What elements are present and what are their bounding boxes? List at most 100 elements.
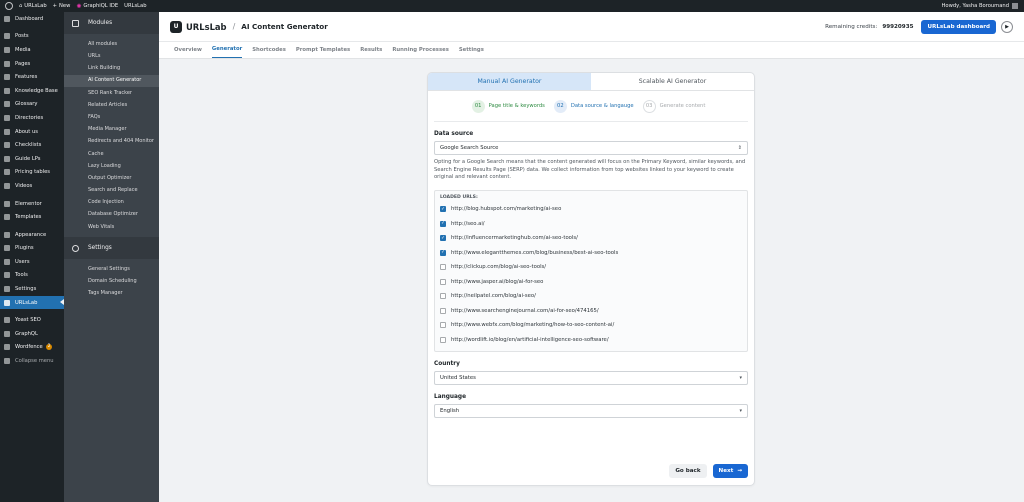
tab-scalable-ai-generator[interactable]: Scalable AI Generator (591, 73, 754, 91)
admin-menu-item[interactable]: Yoast SEO (0, 313, 64, 327)
tab-settings[interactable]: Settings (459, 47, 484, 58)
admin-menu-item[interactable]: Elementor (0, 197, 64, 211)
step-page-title[interactable]: 01 Page title & keywords (471, 99, 545, 113)
module-link[interactable]: Code Injection (64, 196, 159, 208)
admin-menu-item[interactable]: Templates (0, 210, 64, 224)
wordpress-logo-icon[interactable] (5, 2, 13, 10)
admin-menu-item[interactable]: Users (0, 255, 64, 269)
url-checkbox[interactable] (440, 322, 446, 329)
admin-menu-item[interactable]: Wordfence 2 (0, 341, 64, 355)
arrow-right-icon: → (737, 468, 742, 474)
module-link[interactable]: Search and Replace (64, 184, 159, 196)
admin-menu-item[interactable]: Checklists (0, 138, 64, 152)
admin-bar: ⌂ URLsLab + New ✺ GraphiQL IDE URLsLab H… (0, 0, 1024, 12)
data-source-value: Google Search Source (440, 145, 499, 151)
urlslab-dashboard-button[interactable]: URLsLab dashboard (921, 19, 996, 34)
admin-menu-item[interactable]: Guide LPs (0, 152, 64, 166)
tab-generator[interactable]: Generator (211, 46, 243, 58)
url-row[interactable]: ✓ http://influencermarketinghub.com/ai-se… (440, 231, 742, 246)
site-name-link[interactable]: ⌂ URLsLab (19, 3, 47, 9)
step-number: 01 (471, 99, 485, 113)
admin-menu-item[interactable]: Directories (0, 111, 64, 125)
admin-menu-item[interactable]: Tools (0, 269, 64, 283)
url-row[interactable]: ✓ http://blog.hubspot.com/marketing/ai-se… (440, 202, 742, 217)
play-icon[interactable]: ▶ (1001, 20, 1013, 33)
country-select[interactable]: United States ▾ (434, 370, 748, 385)
admin-menu-item[interactable]: Videos (0, 179, 64, 193)
new-content-link[interactable]: + New (53, 3, 71, 9)
url-row[interactable]: http://wordlift.io/blog/en/artificial-in… (440, 332, 742, 347)
graphql-icon: ✺ (76, 2, 82, 10)
url-checkbox[interactable]: ✓ (440, 220, 446, 227)
admin-menu-item[interactable]: Glossary (0, 98, 64, 112)
module-link[interactable]: Web Vitals (64, 221, 159, 233)
url-row[interactable]: http://clickup.com/blog/ai-seo-tools/ (440, 260, 742, 275)
tab-shortcodes[interactable]: Shortcodes (252, 47, 286, 58)
module-link[interactable]: Cache (64, 148, 159, 160)
url-checkbox[interactable]: ✓ (440, 206, 446, 213)
language-select[interactable]: English ▾ (434, 403, 748, 418)
admin-menu-item[interactable]: About us (0, 125, 64, 139)
admin-menu-item[interactable]: Dashboard (0, 12, 64, 26)
admin-menu-item[interactable]: Plugins (0, 242, 64, 256)
module-link[interactable]: Redirects and 404 Monitor (64, 136, 159, 148)
settings-link[interactable]: Domain Scheduling (64, 275, 159, 287)
settings-link[interactable]: General Settings (64, 263, 159, 275)
language-value: English (440, 407, 460, 414)
go-back-button[interactable]: Go back (669, 464, 707, 478)
url-checkbox[interactable] (440, 336, 446, 343)
tab-overview[interactable]: Overview (174, 47, 202, 58)
url-checkbox[interactable] (440, 264, 446, 271)
module-link[interactable]: FAQs (64, 111, 159, 123)
admin-menu-item[interactable]: Appearance (0, 228, 64, 242)
admin-menu-item[interactable]: URLsLab (0, 295, 64, 310)
module-link[interactable]: Related Articles (64, 99, 159, 111)
admin-menu-item[interactable]: Settings (0, 282, 64, 296)
admin-menu-item[interactable]: Pages (0, 57, 64, 71)
url-row[interactable]: http://neilpatel.com/blog/ai-seo/ (440, 289, 742, 304)
graphiql-ide-link[interactable]: ✺ GraphiQL IDE (76, 3, 118, 10)
url-checkbox[interactable] (440, 293, 446, 300)
tab-manual-ai-generator[interactable]: Manual AI Generator (428, 73, 591, 91)
module-link[interactable]: Output Optimizer (64, 172, 159, 184)
module-link[interactable]: SEO Rank Tracker (64, 87, 159, 99)
modules-sidebar: Modules All modules URLs Link Building AI C… (64, 12, 159, 502)
module-link[interactable]: Lazy Loading (64, 160, 159, 172)
urlslab-adminbar-link[interactable]: URLsLab (124, 3, 146, 9)
url-checkbox[interactable] (440, 307, 446, 314)
module-link[interactable]: Link Building (64, 62, 159, 74)
url-checkbox[interactable] (440, 278, 446, 285)
step-data-source[interactable]: 02 Data source & langauge (553, 99, 634, 113)
admin-menu-item[interactable]: Media (0, 43, 64, 57)
modules-header: Modules (64, 12, 159, 34)
url-checkbox[interactable]: ✓ (440, 235, 446, 242)
admin-menu-label: Checklists (15, 142, 42, 149)
settings-link[interactable]: Tags Manager (64, 287, 159, 299)
tab-results[interactable]: Results (360, 47, 382, 58)
module-link[interactable]: Database Optimizer (64, 209, 159, 221)
plugin-icon (4, 245, 10, 252)
url-row[interactable]: http://www.webfx.com/blog/marketing/how-… (440, 318, 742, 333)
module-link[interactable]: All modules (64, 38, 159, 50)
admin-menu-item[interactable]: Pricing tables (0, 166, 64, 180)
admin-menu-item[interactable]: Knowledge Base (0, 84, 64, 98)
admin-menu: Dashboard Posts Media Pages Features Knowledg… (0, 12, 64, 502)
data-source-select[interactable]: Google Search Source ⇕ (434, 141, 748, 155)
url-checkbox[interactable]: ✓ (440, 249, 446, 256)
user-account-menu[interactable]: Howdy, Yasha Boroumand (942, 3, 1018, 9)
admin-menu-item[interactable]: Collapse menu (0, 354, 64, 368)
module-link[interactable]: URLs (64, 50, 159, 62)
admin-menu-item[interactable]: GraphQL (0, 327, 64, 341)
module-link[interactable]: Media Manager (64, 123, 159, 135)
tab-running-processes[interactable]: Running Processes (392, 47, 449, 58)
module-link[interactable]: AI Content Generator (64, 74, 159, 87)
url-row[interactable]: ✓ http://www.elegantthemes.com/blog/busin… (440, 245, 742, 260)
url-row[interactable]: http://www.searchenginejournal.com/ai-fo… (440, 303, 742, 318)
next-button[interactable]: Next → (712, 464, 748, 478)
url-row[interactable]: http://www.jasper.ai/blog/ai-for-seo (440, 274, 742, 289)
url-row[interactable]: ✓ http://seo.ai/ (440, 216, 742, 231)
tab-prompt-templates[interactable]: Prompt Templates (296, 47, 350, 58)
admin-menu-label: Knowledge Base (15, 87, 58, 94)
admin-menu-item[interactable]: Posts (0, 30, 64, 44)
admin-menu-item[interactable]: Features (0, 70, 64, 84)
